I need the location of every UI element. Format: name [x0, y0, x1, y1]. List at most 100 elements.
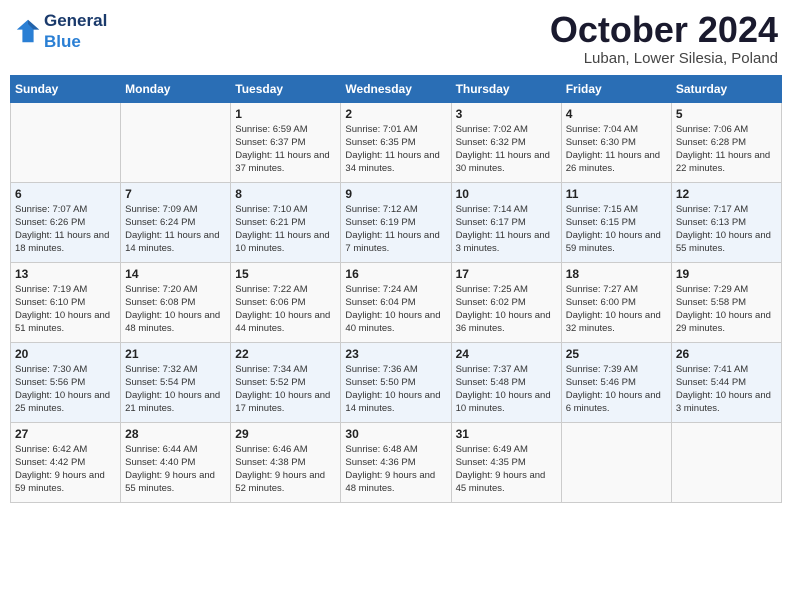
- logo-blue-text: Blue: [44, 32, 81, 51]
- day-info: Sunrise: 7:15 AM Sunset: 6:15 PM Dayligh…: [566, 203, 667, 256]
- day-info: Sunrise: 7:12 AM Sunset: 6:19 PM Dayligh…: [345, 203, 446, 256]
- day-number: 7: [125, 187, 226, 201]
- day-info: Sunrise: 7:09 AM Sunset: 6:24 PM Dayligh…: [125, 203, 226, 256]
- calendar-cell: 29Sunrise: 6:46 AM Sunset: 4:38 PM Dayli…: [231, 422, 341, 502]
- weekday-header-row: SundayMondayTuesdayWednesdayThursdayFrid…: [11, 75, 782, 102]
- calendar-cell: 24 Sunrise: 7:37 AM Sunset: 5:48 PM Dayli…: [451, 342, 561, 422]
- day-info: Sunrise: 7:04 AM Sunset: 6:30 PM Dayligh…: [566, 123, 667, 176]
- day-info: Sunrise: 7:19 AM Sunset: 6:10 PM Dayligh…: [15, 283, 116, 336]
- calendar-cell: 11 Sunrise: 7:15 AM Sunset: 6:15 PM Dayli…: [561, 182, 671, 262]
- calendar-week-row: 1 Sunrise: 6:59 AM Sunset: 6:37 PM Daylig…: [11, 102, 782, 182]
- day-number: 17: [456, 267, 557, 281]
- page-header: General Blue October 2024 Luban, Lower S…: [10, 10, 782, 67]
- calendar-week-row: 6 Sunrise: 7:07 AM Sunset: 6:26 PM Daylig…: [11, 182, 782, 262]
- day-info: Sunrise: 7:25 AM Sunset: 6:02 PM Dayligh…: [456, 283, 557, 336]
- day-number: 19: [676, 267, 777, 281]
- day-number: 4: [566, 107, 667, 121]
- day-number: 9: [345, 187, 446, 201]
- day-number: 28: [125, 427, 226, 441]
- day-number: 1: [235, 107, 336, 121]
- calendar-cell: 3 Sunrise: 7:02 AM Sunset: 6:32 PM Daylig…: [451, 102, 561, 182]
- day-info: Sunrise: 7:37 AM Sunset: 5:48 PM Dayligh…: [456, 363, 557, 416]
- weekday-header-saturday: Saturday: [671, 75, 781, 102]
- calendar-cell: 28 Sunrise: 6:44 AM Sunset: 4:40 PM Dayli…: [121, 422, 231, 502]
- logo-general-text: General: [44, 11, 107, 30]
- day-info: Sunrise: 6:46 AM Sunset: 4:38 PM Dayligh…: [235, 443, 336, 496]
- day-number: 3: [456, 107, 557, 121]
- calendar-cell: 6 Sunrise: 7:07 AM Sunset: 6:26 PM Daylig…: [11, 182, 121, 262]
- day-info: Sunrise: 7:36 AM Sunset: 5:50 PM Dayligh…: [345, 363, 446, 416]
- day-number: 20: [15, 347, 116, 361]
- calendar-cell: 8Sunrise: 7:10 AM Sunset: 6:21 PM Daylig…: [231, 182, 341, 262]
- day-info: Sunrise: 7:17 AM Sunset: 6:13 PM Dayligh…: [676, 203, 777, 256]
- day-number: 31: [456, 427, 557, 441]
- day-number: 18: [566, 267, 667, 281]
- day-info: Sunrise: 7:07 AM Sunset: 6:26 PM Dayligh…: [15, 203, 116, 256]
- calendar-table: SundayMondayTuesdayWednesdayThursdayFrid…: [10, 75, 782, 503]
- weekday-header-sunday: Sunday: [11, 75, 121, 102]
- day-info: Sunrise: 7:24 AM Sunset: 6:04 PM Dayligh…: [345, 283, 446, 336]
- calendar-cell: 17 Sunrise: 7:25 AM Sunset: 6:02 PM Dayli…: [451, 262, 561, 342]
- day-info: Sunrise: 7:01 AM Sunset: 6:35 PM Dayligh…: [345, 123, 446, 176]
- calendar-cell: 12 Sunrise: 7:17 AM Sunset: 6:13 PM Dayli…: [671, 182, 781, 262]
- weekday-header-friday: Friday: [561, 75, 671, 102]
- day-info: Sunrise: 7:27 AM Sunset: 6:00 PM Dayligh…: [566, 283, 667, 336]
- calendar-cell: 18 Sunrise: 7:27 AM Sunset: 6:00 PM Dayli…: [561, 262, 671, 342]
- day-number: 5: [676, 107, 777, 121]
- day-number: 21: [125, 347, 226, 361]
- day-info: Sunrise: 7:34 AM Sunset: 5:52 PM Dayligh…: [235, 363, 336, 416]
- calendar-cell: 15 Sunrise: 7:22 AM Sunset: 6:06 PM Dayli…: [231, 262, 341, 342]
- day-number: 25: [566, 347, 667, 361]
- calendar-cell: 4 Sunrise: 7:04 AM Sunset: 6:30 PM Daylig…: [561, 102, 671, 182]
- calendar-week-row: 13 Sunrise: 7:19 AM Sunset: 6:10 PM Dayli…: [11, 262, 782, 342]
- calendar-cell: [11, 102, 121, 182]
- weekday-header-thursday: Thursday: [451, 75, 561, 102]
- calendar-cell: 5Sunrise: 7:06 AM Sunset: 6:28 PM Daylig…: [671, 102, 781, 182]
- day-number: 2: [345, 107, 446, 121]
- day-number: 13: [15, 267, 116, 281]
- calendar-cell: 16 Sunrise: 7:24 AM Sunset: 6:04 PM Dayli…: [341, 262, 451, 342]
- day-number: 27: [15, 427, 116, 441]
- calendar-cell: [561, 422, 671, 502]
- month-title: October 2024: [550, 10, 778, 50]
- day-info: Sunrise: 6:49 AM Sunset: 4:35 PM Dayligh…: [456, 443, 557, 496]
- calendar-cell: 26Sunrise: 7:41 AM Sunset: 5:44 PM Dayli…: [671, 342, 781, 422]
- day-info: Sunrise: 7:20 AM Sunset: 6:08 PM Dayligh…: [125, 283, 226, 336]
- day-number: 30: [345, 427, 446, 441]
- day-info: Sunrise: 7:32 AM Sunset: 5:54 PM Dayligh…: [125, 363, 226, 416]
- calendar-cell: 10 Sunrise: 7:14 AM Sunset: 6:17 PM Dayli…: [451, 182, 561, 262]
- day-info: Sunrise: 7:39 AM Sunset: 5:46 PM Dayligh…: [566, 363, 667, 416]
- day-info: Sunrise: 7:14 AM Sunset: 6:17 PM Dayligh…: [456, 203, 557, 256]
- day-info: Sunrise: 7:02 AM Sunset: 6:32 PM Dayligh…: [456, 123, 557, 176]
- day-number: 24: [456, 347, 557, 361]
- logo-icon: [14, 17, 42, 45]
- weekday-header-monday: Monday: [121, 75, 231, 102]
- calendar-cell: [121, 102, 231, 182]
- day-info: Sunrise: 7:10 AM Sunset: 6:21 PM Dayligh…: [235, 203, 336, 256]
- day-number: 6: [15, 187, 116, 201]
- calendar-cell: 22Sunrise: 7:34 AM Sunset: 5:52 PM Dayli…: [231, 342, 341, 422]
- calendar-cell: [671, 422, 781, 502]
- day-info: Sunrise: 7:22 AM Sunset: 6:06 PM Dayligh…: [235, 283, 336, 336]
- calendar-week-row: 27 Sunrise: 6:42 AM Sunset: 4:42 PM Dayli…: [11, 422, 782, 502]
- calendar-cell: 7 Sunrise: 7:09 AM Sunset: 6:24 PM Daylig…: [121, 182, 231, 262]
- calendar-cell: 14 Sunrise: 7:20 AM Sunset: 6:08 PM Dayli…: [121, 262, 231, 342]
- day-number: 11: [566, 187, 667, 201]
- day-number: 10: [456, 187, 557, 201]
- calendar-cell: 19Sunrise: 7:29 AM Sunset: 5:58 PM Dayli…: [671, 262, 781, 342]
- calendar-cell: 13 Sunrise: 7:19 AM Sunset: 6:10 PM Dayli…: [11, 262, 121, 342]
- day-info: Sunrise: 6:48 AM Sunset: 4:36 PM Dayligh…: [345, 443, 446, 496]
- calendar-week-row: 20Sunrise: 7:30 AM Sunset: 5:56 PM Dayli…: [11, 342, 782, 422]
- calendar-cell: 20Sunrise: 7:30 AM Sunset: 5:56 PM Dayli…: [11, 342, 121, 422]
- day-info: Sunrise: 6:42 AM Sunset: 4:42 PM Dayligh…: [15, 443, 116, 496]
- day-info: Sunrise: 6:59 AM Sunset: 6:37 PM Dayligh…: [235, 123, 336, 176]
- day-info: Sunrise: 6:44 AM Sunset: 4:40 PM Dayligh…: [125, 443, 226, 496]
- calendar-cell: 31 Sunrise: 6:49 AM Sunset: 4:35 PM Dayli…: [451, 422, 561, 502]
- day-number: 14: [125, 267, 226, 281]
- day-number: 16: [345, 267, 446, 281]
- calendar-cell: 9 Sunrise: 7:12 AM Sunset: 6:19 PM Daylig…: [341, 182, 451, 262]
- day-number: 12: [676, 187, 777, 201]
- calendar-cell: 1 Sunrise: 6:59 AM Sunset: 6:37 PM Daylig…: [231, 102, 341, 182]
- day-number: 15: [235, 267, 336, 281]
- day-info: Sunrise: 7:41 AM Sunset: 5:44 PM Dayligh…: [676, 363, 777, 416]
